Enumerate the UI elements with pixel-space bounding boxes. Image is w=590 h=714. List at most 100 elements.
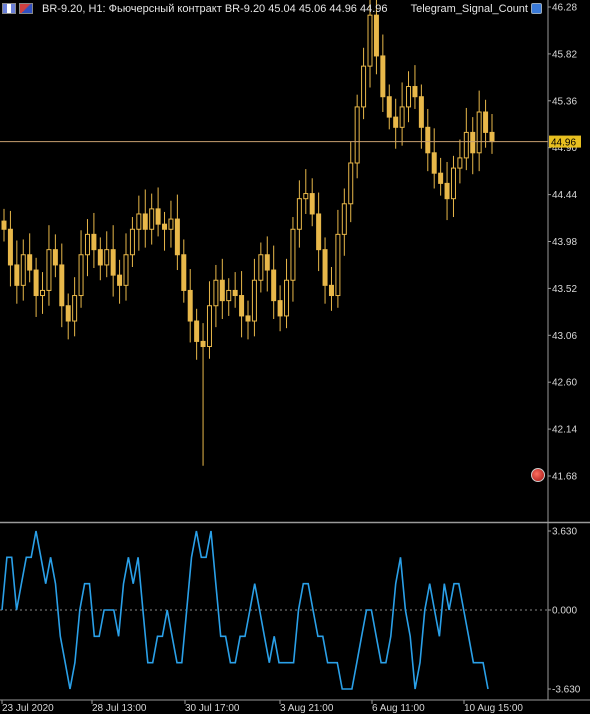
candle-body xyxy=(476,111,482,154)
price-tick-label: 43.98 xyxy=(552,237,577,248)
candle-body xyxy=(168,218,174,230)
candle-body xyxy=(27,254,33,271)
cursor-marker-icon xyxy=(531,468,545,482)
candle-body xyxy=(483,111,489,133)
price-tick-label: 43.06 xyxy=(552,331,577,342)
candle-body xyxy=(393,116,399,128)
time-tick-label: 6 Aug 11:00 xyxy=(372,703,425,714)
price-tick-label: 42.14 xyxy=(552,425,577,436)
candle-body xyxy=(110,249,116,276)
price-tick-label: 42.60 xyxy=(552,378,577,389)
candle-body xyxy=(245,315,251,322)
candle-body xyxy=(373,14,379,57)
candle-body xyxy=(418,96,424,128)
candle-body xyxy=(444,182,450,200)
candle-body xyxy=(309,193,315,215)
candle-body xyxy=(91,233,97,251)
candle-body xyxy=(104,249,110,266)
candle-body xyxy=(251,279,257,322)
candle-body xyxy=(72,295,78,322)
candle-body xyxy=(20,254,26,286)
price-tick-label: 45.36 xyxy=(552,96,577,107)
candle-body xyxy=(406,86,412,108)
candle-body xyxy=(232,289,238,297)
candle-body xyxy=(457,157,463,169)
candle-body xyxy=(296,198,302,230)
candle-body xyxy=(412,86,418,98)
candle-body xyxy=(335,233,341,297)
candle-body xyxy=(470,131,476,154)
candle-body xyxy=(328,284,334,297)
candle-body xyxy=(264,254,270,271)
candle-body xyxy=(386,96,392,118)
candle-body xyxy=(431,152,437,174)
price-tick-label: 41.68 xyxy=(552,472,577,483)
candle-body xyxy=(219,279,225,302)
candle-body xyxy=(399,106,405,128)
candle-body xyxy=(123,254,129,286)
candle-body xyxy=(361,65,367,108)
candle-body xyxy=(284,279,290,317)
time-tick-label: 10 Aug 15:00 xyxy=(464,703,523,714)
time-tick-label: 23 Jul 2020 xyxy=(2,703,54,714)
indicator-tick-label: 3.630 xyxy=(552,527,577,538)
candle-body xyxy=(463,131,469,159)
candle-body xyxy=(187,289,193,322)
candle-body xyxy=(290,228,296,281)
candle-body xyxy=(438,172,444,184)
candle-body xyxy=(354,106,360,164)
candle-body xyxy=(271,269,277,302)
candle-body xyxy=(174,218,180,256)
candle-body xyxy=(200,340,206,348)
price-tick-label: 44.44 xyxy=(552,190,577,201)
candle-body xyxy=(341,203,347,235)
indicator-name: Telegram_Signal_Count xyxy=(410,3,528,15)
candle-body xyxy=(206,305,212,348)
candle-body xyxy=(84,233,90,256)
candle-body xyxy=(1,220,7,230)
indicator-badge-icon[interactable] xyxy=(531,3,542,14)
candle-body xyxy=(303,193,309,200)
candle-body xyxy=(425,126,431,154)
candle-body xyxy=(33,269,39,297)
candle-body xyxy=(59,264,65,307)
candle-body xyxy=(239,295,245,317)
price-tick-label: 46.28 xyxy=(552,3,577,14)
candle-body xyxy=(322,249,328,286)
candle-body xyxy=(7,228,13,266)
candle-body xyxy=(142,213,148,230)
candle-body xyxy=(258,254,264,281)
candle-body xyxy=(489,131,495,143)
candle-body xyxy=(97,249,103,266)
candle-body xyxy=(129,228,135,256)
candle-body xyxy=(40,289,46,297)
candle-body xyxy=(14,264,20,286)
candle-body xyxy=(194,320,200,342)
candle-body xyxy=(149,208,155,230)
candle-body xyxy=(213,279,219,307)
candle-body xyxy=(226,289,232,302)
time-tick-label: 30 Jul 17:00 xyxy=(185,703,240,714)
indicator-tick-label: 0.000 xyxy=(552,606,577,617)
candle-body xyxy=(46,249,52,291)
price-tick-label: 45.82 xyxy=(552,49,577,60)
price-tick-label: 43.52 xyxy=(552,284,577,295)
chart-window-icon[interactable] xyxy=(2,3,16,14)
candle-body xyxy=(136,213,142,230)
candle-body xyxy=(348,162,354,205)
candle-body xyxy=(380,55,386,98)
candle-body xyxy=(117,274,123,286)
candle-body xyxy=(52,249,58,266)
candle-body xyxy=(155,208,161,225)
chart-title: BR-9.20, H1: Фьючерсный контракт BR-9.20… xyxy=(42,3,388,15)
candle-body xyxy=(450,167,456,200)
header-icons xyxy=(2,3,33,14)
candle-body xyxy=(316,213,322,251)
candle-body xyxy=(181,254,187,291)
current-price-label: 44.96 xyxy=(551,138,576,149)
time-tick-label: 28 Jul 13:00 xyxy=(92,703,147,714)
indicator-tick-label: -3.630 xyxy=(552,685,581,696)
symbol-flag-icon[interactable] xyxy=(19,3,33,14)
candle-body xyxy=(65,305,71,322)
chart-canvas[interactable]: 46.2845.8245.3644.9044.4443.9843.5243.06… xyxy=(0,0,590,714)
